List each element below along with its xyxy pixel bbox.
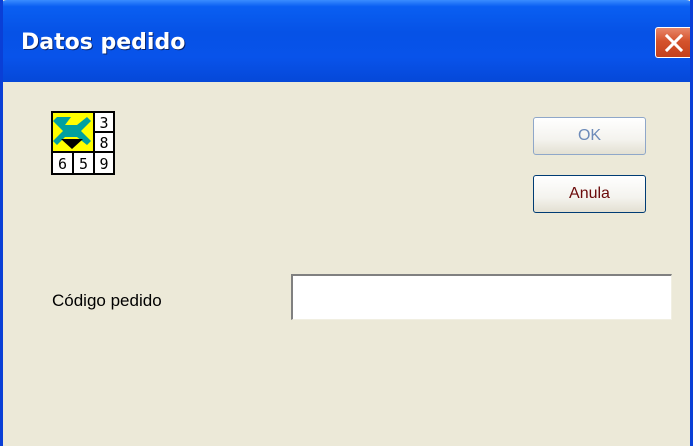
icon-digit-6: 6 bbox=[58, 155, 67, 173]
title-bar[interactable]: Datos pedido bbox=[3, 0, 690, 82]
cancel-button[interactable]: Anula bbox=[533, 175, 646, 213]
close-icon bbox=[664, 33, 684, 53]
order-code-input[interactable] bbox=[291, 274, 672, 320]
icon-digit-9: 9 bbox=[99, 155, 108, 173]
icon-digit-5: 5 bbox=[79, 155, 88, 173]
ok-button[interactable]: OK bbox=[533, 117, 646, 155]
order-code-label: Código pedido bbox=[52, 291, 162, 310]
icon-digit-8: 8 bbox=[99, 134, 108, 152]
window-title: Datos pedido bbox=[21, 30, 186, 55]
grid-numbers-icon: 3 8 6 5 9 bbox=[51, 111, 115, 175]
dialog-window: Datos pedido 3 8 6 5 9 OK Anula Código p… bbox=[0, 0, 693, 446]
icon-digit-3: 3 bbox=[99, 114, 108, 132]
close-button[interactable] bbox=[655, 27, 690, 58]
